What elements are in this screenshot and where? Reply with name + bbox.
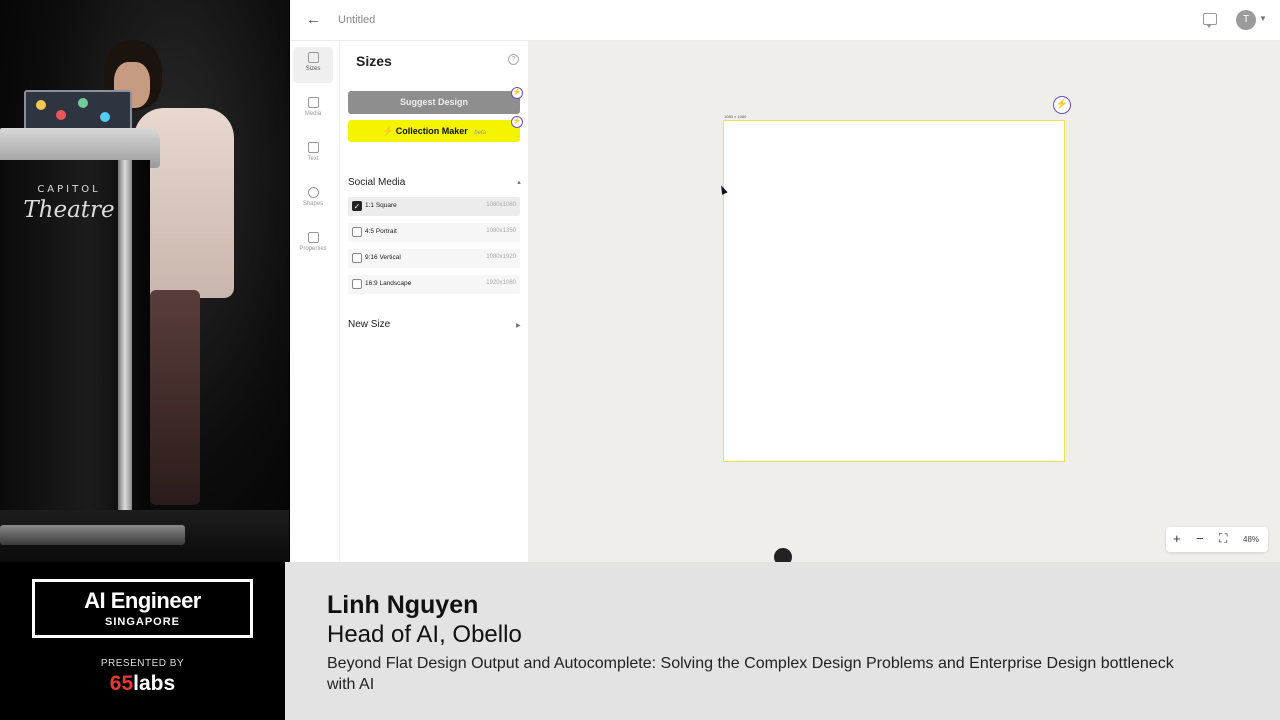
rail-item-sizes[interactable]: Sizes [293, 47, 333, 83]
size-name: 9:16 Vertical [365, 254, 401, 261]
event-location: SINGAPORE [104, 616, 180, 628]
help-icon[interactable]: ? [508, 54, 519, 65]
size-option-9-16[interactable]: 9:16 Vertical 1080x1920 [348, 249, 520, 268]
sponsor-number: 65 [109, 672, 134, 695]
avatar[interactable]: T [1236, 10, 1256, 30]
speaker-info: Linh Nguyen Head of AI, Obello Beyond Fl… [285, 562, 1280, 720]
bolt-icon[interactable]: ⚡ [511, 87, 523, 99]
properties-icon [307, 232, 319, 243]
chevron-right-icon[interactable]: ▶ [516, 322, 521, 329]
artboard[interactable] [723, 120, 1065, 462]
venue-logo: CAPITOL Theatre [14, 184, 124, 223]
size-name: 1:1 Square [365, 202, 397, 209]
sponsor-logo: 65labs [0, 672, 285, 696]
rail-label: Properties [299, 246, 327, 252]
event-branding: AI Engineer SINGAPORE PRESENTED BY 65lab… [0, 562, 285, 720]
size-option-4-5[interactable]: 4:5 Portrait 1080x1350 [348, 223, 520, 242]
fullscreen-icon[interactable]: ⛶ [1219, 531, 1227, 546]
checkbox-icon[interactable] [352, 227, 362, 237]
zoom-out-icon[interactable]: − [1196, 531, 1204, 546]
size-dim: 1080x1350 [486, 228, 516, 234]
speaker-role: Head of AI, Obello [327, 621, 522, 648]
sizes-icon [307, 52, 319, 63]
rail-item-shapes[interactable]: Shapes [293, 182, 333, 218]
shapes-icon [307, 187, 319, 198]
size-dim: 1080x1080 [486, 202, 516, 208]
size-name: 16:9 Landscape [365, 280, 412, 287]
collection-maker-label: Collection Maker [395, 126, 468, 136]
checkbox-icon[interactable] [352, 253, 362, 263]
suggest-design-button[interactable]: Suggest Design [348, 91, 520, 114]
chevron-down-icon[interactable]: ▼ [1259, 14, 1267, 23]
zoom-level[interactable]: 48% [1243, 535, 1259, 544]
checkbox-icon[interactable] [352, 279, 362, 289]
size-option-16-9[interactable]: 16:9 Landscape 1920x1080 [348, 275, 520, 294]
document-title[interactable]: Untitled [338, 14, 375, 26]
artboard-label: 1080 × 1080 [724, 114, 747, 119]
tool-rail: Sizes Media Text Shapes Properties [290, 41, 340, 562]
bolt-icon[interactable]: ⚡ [511, 116, 523, 128]
event-title: AI Engineer [84, 588, 201, 613]
top-bar: ← Untitled T ▼ [290, 0, 1280, 41]
bolt-icon: ⚡ [382, 126, 394, 136]
lectern-base [0, 525, 185, 545]
bolt-icon[interactable]: ⚡ [1053, 96, 1071, 114]
speaker-pants [150, 290, 200, 505]
talk-title: Beyond Flat Design Output and Autocomple… [327, 655, 1174, 693]
collection-maker-button[interactable]: ⚡ Collection Maker beta [348, 120, 520, 142]
presented-by: PRESENTED BY [100, 658, 185, 669]
beta-badge: beta [474, 130, 486, 136]
media-icon [307, 97, 319, 108]
sizes-panel: Sizes ? Suggest Design ⚡ ⚡ Collection Ma… [340, 41, 528, 562]
new-size-section[interactable]: New Size [348, 319, 390, 330]
venue-logo-top: CAPITOL [37, 184, 101, 195]
rail-item-media[interactable]: Media [293, 92, 333, 128]
rail-item-properties[interactable]: Properties [293, 227, 333, 263]
checkbox-checked-icon[interactable]: ✓ [352, 201, 362, 211]
size-option-1-1[interactable]: ✓ 1:1 Square 1080x1080 [348, 197, 520, 216]
size-dim: 1920x1080 [486, 280, 516, 286]
stage-video: CAPITOL Theatre [0, 0, 289, 562]
back-arrow-icon[interactable]: ← [306, 12, 322, 28]
zoom-in-icon[interactable]: + [1173, 531, 1181, 546]
rail-label: Media [304, 111, 322, 117]
comment-icon[interactable] [1203, 13, 1217, 28]
chevron-up-icon[interactable]: ▲ [516, 180, 522, 186]
speaker-name: Linh Nguyen [327, 591, 479, 619]
rail-label: Sizes [305, 66, 321, 72]
rail-label: Text [307, 156, 319, 162]
sponsor-word: labs [133, 672, 176, 695]
rail-label: Shapes [302, 201, 324, 207]
zoom-controls: + − ⛶ 48% [1166, 527, 1268, 552]
text-icon [307, 142, 319, 153]
venue-logo-main: Theatre [23, 197, 115, 223]
design-app: ← Untitled T ▼ Sizes Media Text Shapes P… [290, 0, 1280, 562]
laptop [24, 90, 132, 132]
size-name: 4:5 Portrait [365, 228, 397, 235]
panel-title: Sizes [356, 53, 392, 69]
rail-item-text[interactable]: Text [293, 137, 333, 173]
event-logo: AI Engineer SINGAPORE [32, 579, 253, 638]
social-media-section[interactable]: Social Media [348, 177, 405, 188]
size-dim: 1080x1920 [486, 254, 516, 260]
floating-action-button[interactable] [774, 548, 792, 562]
